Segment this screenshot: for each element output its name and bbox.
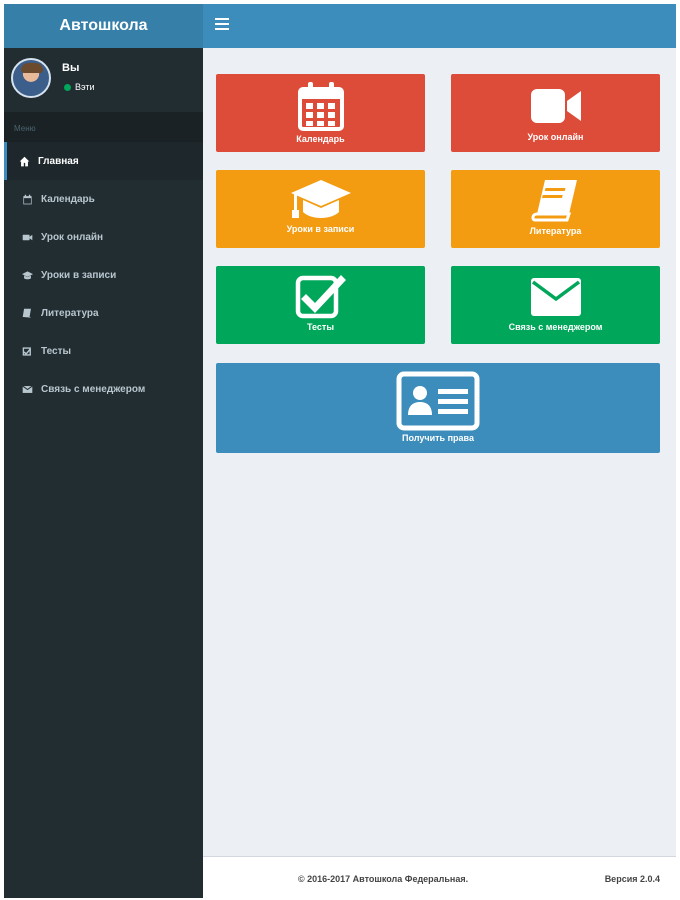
tile-label: Литература bbox=[529, 226, 582, 236]
video-icon bbox=[21, 231, 33, 243]
logo[interactable]: Автошкола bbox=[4, 4, 203, 48]
calendar-icon bbox=[297, 80, 345, 132]
envelope-icon bbox=[529, 276, 583, 318]
envelope-icon bbox=[21, 383, 33, 395]
app-frame: Автошкола Вы Вэти Меню Главная Календарь bbox=[4, 4, 676, 898]
user-name: Вы bbox=[62, 62, 80, 74]
tile-literature[interactable]: Литература bbox=[451, 170, 660, 248]
sidebar-item-label: Тесты bbox=[41, 345, 72, 357]
tile-online-lesson[interactable]: Урок онлайн bbox=[451, 74, 660, 152]
book-icon bbox=[21, 307, 33, 319]
sidebar-item-label: Уроки в записи bbox=[41, 269, 117, 281]
sidebar-item-literature[interactable]: Литература bbox=[4, 294, 203, 332]
tile-get-license[interactable]: Получить права bbox=[216, 363, 660, 453]
tile-label: Связь с менеджером bbox=[508, 322, 603, 332]
sidebar-item-label: Урок онлайн bbox=[41, 231, 104, 243]
tile-label: Получить права bbox=[402, 433, 474, 443]
sidebar-item-label: Календарь bbox=[41, 193, 95, 205]
book-icon bbox=[530, 178, 581, 224]
sidebar-toggle-icon[interactable] bbox=[215, 18, 229, 32]
sidebar-item-label: Главная bbox=[38, 155, 79, 167]
sidebar-menu: Главная Календарь Урок онлайн Уроки в за… bbox=[4, 142, 203, 408]
tile-calendar[interactable]: Календарь bbox=[216, 74, 425, 152]
tile-label: Уроки в записи bbox=[286, 224, 355, 234]
graduation-cap-icon bbox=[21, 269, 33, 281]
id-card-icon bbox=[396, 371, 480, 431]
sidebar-item-calendar[interactable]: Календарь bbox=[4, 180, 203, 218]
top-navbar bbox=[203, 4, 676, 48]
online-dot-icon bbox=[64, 83, 71, 91]
sidebar-item-tests[interactable]: Тесты bbox=[4, 332, 203, 370]
main-content: Календарь Урок онлайн Уроки в записи Лит… bbox=[203, 48, 676, 856]
sidebar-item-recorded-lessons[interactable]: Уроки в записи bbox=[4, 256, 203, 294]
tile-label: Тесты bbox=[306, 322, 335, 332]
version-text: Версия 2.0.4 bbox=[604, 874, 660, 884]
sidebar-item-label: Литература bbox=[41, 307, 99, 319]
graduation-cap-icon bbox=[289, 178, 353, 222]
check-square-icon bbox=[21, 345, 33, 357]
tile-label: Урок онлайн bbox=[527, 132, 584, 142]
home-icon bbox=[18, 155, 30, 167]
user-panel: Вы Вэти bbox=[4, 48, 203, 112]
sidebar: Вы Вэти Меню Главная Календарь Урок онла… bbox=[4, 48, 203, 898]
tile-recorded-lessons[interactable]: Уроки в записи bbox=[216, 170, 425, 248]
menu-header: Меню bbox=[4, 112, 203, 142]
tile-contact-manager[interactable]: Связь с менеджером bbox=[451, 266, 660, 344]
user-status-label: Вэти bbox=[75, 82, 95, 92]
sidebar-item-home[interactable]: Главная bbox=[4, 142, 203, 180]
sidebar-item-online-lesson[interactable]: Урок онлайн bbox=[4, 218, 203, 256]
footer: © 2016-2017 Автошкола Федеральная. Верси… bbox=[203, 856, 676, 898]
sidebar-item-label: Связь с менеджером bbox=[41, 383, 146, 395]
avatar bbox=[11, 58, 51, 98]
check-square-icon bbox=[295, 272, 347, 320]
tile-label: Календарь bbox=[296, 134, 345, 144]
video-icon bbox=[529, 86, 583, 126]
user-status: Вэти bbox=[64, 82, 95, 92]
calendar-icon bbox=[21, 193, 33, 205]
sidebar-item-contact-manager[interactable]: Связь с менеджером bbox=[4, 370, 203, 408]
copyright-text: © 2016-2017 Автошкола Федеральная. bbox=[298, 874, 469, 884]
tile-tests[interactable]: Тесты bbox=[216, 266, 425, 344]
